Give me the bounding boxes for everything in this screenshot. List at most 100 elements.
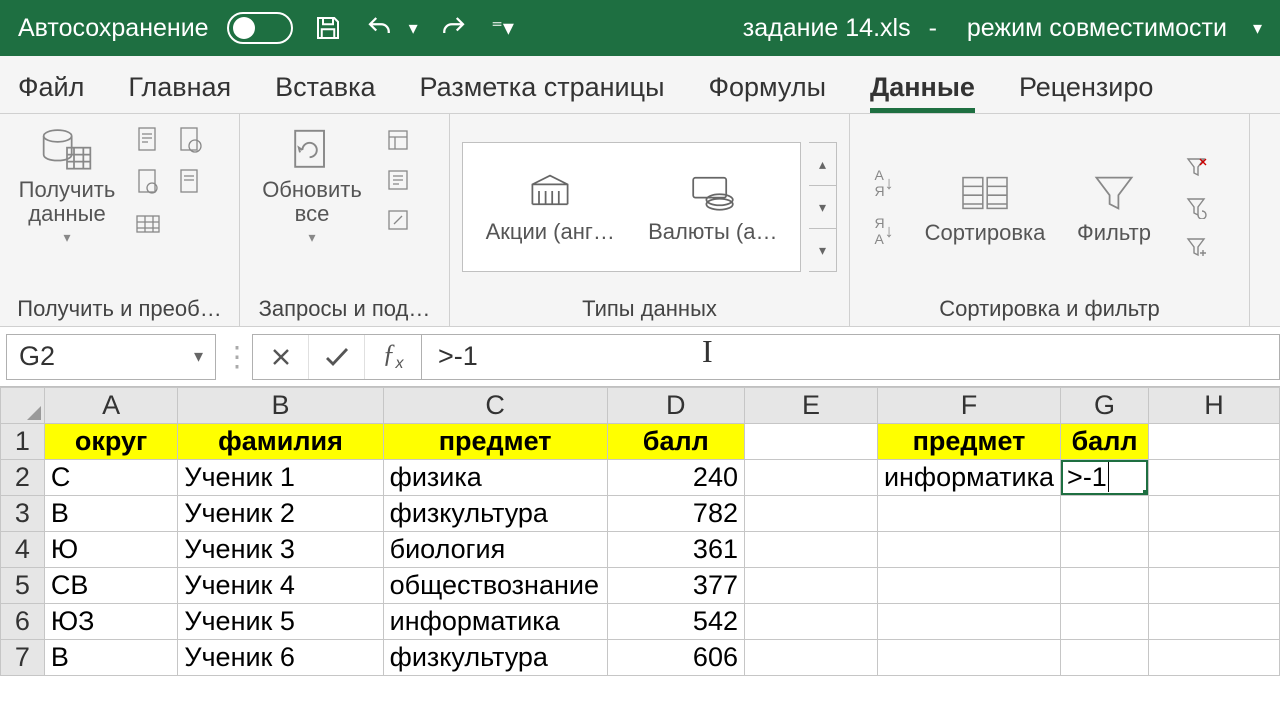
tab-formulas[interactable]: Формулы [708,72,826,113]
cell[interactable] [1061,532,1149,568]
cell[interactable]: обществознание [383,568,607,604]
cell[interactable] [744,568,877,604]
undo-icon[interactable] [363,11,397,45]
existing-connections-icon[interactable] [130,206,166,242]
properties-icon[interactable] [380,162,416,198]
name-box[interactable]: G2 ▾ [6,334,216,380]
clear-filter-icon[interactable] [1178,149,1214,185]
from-web-icon[interactable] [172,122,208,158]
tab-layout[interactable]: Разметка страницы [420,72,665,113]
col-header-D[interactable]: D [607,388,744,424]
col-header-H[interactable]: H [1148,388,1279,424]
col-header-E[interactable]: E [744,388,877,424]
data-types-scroll[interactable]: ▴ ▾ ▾ [809,142,837,272]
tab-review[interactable]: Рецензиро [1019,72,1153,113]
edit-links-icon[interactable] [380,202,416,238]
cell[interactable]: 782 [607,496,744,532]
cell[interactable]: 542 [607,604,744,640]
cell[interactable] [1061,604,1149,640]
row-header[interactable]: 3 [1,496,45,532]
cell[interactable]: С [44,460,178,496]
cell[interactable] [1148,532,1279,568]
cell[interactable]: балл [607,424,744,460]
currency-type[interactable]: Валюты (а… [648,169,777,245]
cell[interactable] [744,460,877,496]
cell[interactable] [877,604,1060,640]
row-header[interactable]: 1 [1,424,45,460]
from-text-icon[interactable] [130,122,166,158]
cell[interactable]: информатика [877,460,1060,496]
tab-insert[interactable]: Вставка [275,72,375,113]
cell[interactable]: округ [44,424,178,460]
row-header[interactable]: 4 [1,532,45,568]
cell[interactable]: биология [383,532,607,568]
confirm-edit-button[interactable] [309,335,365,379]
cell[interactable]: информатика [383,604,607,640]
row-header[interactable]: 7 [1,640,45,676]
tab-data[interactable]: Данные [870,72,975,113]
cell[interactable] [877,532,1060,568]
cell[interactable]: предмет [383,424,607,460]
cell[interactable] [744,640,877,676]
cell[interactable]: Ученик 6 [178,640,383,676]
cell[interactable] [1061,640,1149,676]
tab-file[interactable]: Файл [18,72,84,113]
cell[interactable] [1061,568,1149,604]
col-header-G[interactable]: G [1061,388,1149,424]
cell[interactable] [744,496,877,532]
save-icon[interactable] [311,11,345,45]
cell[interactable]: физкультура [383,640,607,676]
stocks-type[interactable]: Акции (анг… [486,169,615,245]
cell[interactable] [744,424,877,460]
cell[interactable] [877,496,1060,532]
cell[interactable] [1148,496,1279,532]
cancel-edit-button[interactable] [253,335,309,379]
cell[interactable]: 377 [607,568,744,604]
from-table-icon[interactable] [130,164,166,200]
cell[interactable] [1148,460,1279,496]
scroll-down-icon[interactable]: ▾ [809,186,836,229]
cell[interactable]: 361 [607,532,744,568]
cell[interactable]: физкультура [383,496,607,532]
row-header[interactable]: 5 [1,568,45,604]
sort-desc-icon[interactable]: ЯА↓ [862,209,906,253]
cell[interactable] [744,604,877,640]
sort-button[interactable]: Сортировка [920,165,1050,249]
cell[interactable]: СВ [44,568,178,604]
col-header-C[interactable]: C [383,388,607,424]
col-header-B[interactable]: B [178,388,383,424]
select-all-corner[interactable] [1,388,45,424]
cell[interactable]: Ученик 2 [178,496,383,532]
redo-icon[interactable] [436,11,470,45]
formula-input[interactable]: >-1 I [422,334,1280,380]
cell[interactable]: ЮЗ [44,604,178,640]
cell[interactable]: балл [1061,424,1149,460]
get-data-button[interactable]: Получить данные ▾ [12,122,122,250]
cell[interactable] [877,640,1060,676]
autosave-toggle[interactable] [227,12,293,44]
mode-dropdown-icon[interactable]: ▾ [1253,18,1262,39]
advanced-filter-icon[interactable] [1178,229,1214,265]
reapply-filter-icon[interactable] [1178,189,1214,225]
name-box-dropdown-icon[interactable]: ▾ [194,346,203,367]
cell[interactable] [1061,496,1149,532]
cell[interactable]: Ученик 5 [178,604,383,640]
cell[interactable] [1148,568,1279,604]
cell[interactable]: Ученик 1 [178,460,383,496]
cell[interactable]: предмет [877,424,1060,460]
queries-pane-icon[interactable] [380,122,416,158]
cell[interactable] [744,532,877,568]
col-header-A[interactable]: A [44,388,178,424]
cell[interactable]: В [44,496,178,532]
cell[interactable]: 240 [607,460,744,496]
cell[interactable] [1148,604,1279,640]
selected-cell[interactable]: >-1 [1061,460,1149,496]
filter-button[interactable]: Фильтр [1064,165,1164,249]
qat-overflow-icon[interactable]: ⁼▾ [488,15,518,41]
cell[interactable]: фамилия [178,424,383,460]
gallery-expand-icon[interactable]: ▾ [809,229,836,271]
cell[interactable]: Ученик 4 [178,568,383,604]
recent-sources-icon[interactable] [172,164,208,200]
refresh-all-button[interactable]: Обновить все ▾ [252,122,372,250]
cell[interactable]: Ученик 3 [178,532,383,568]
